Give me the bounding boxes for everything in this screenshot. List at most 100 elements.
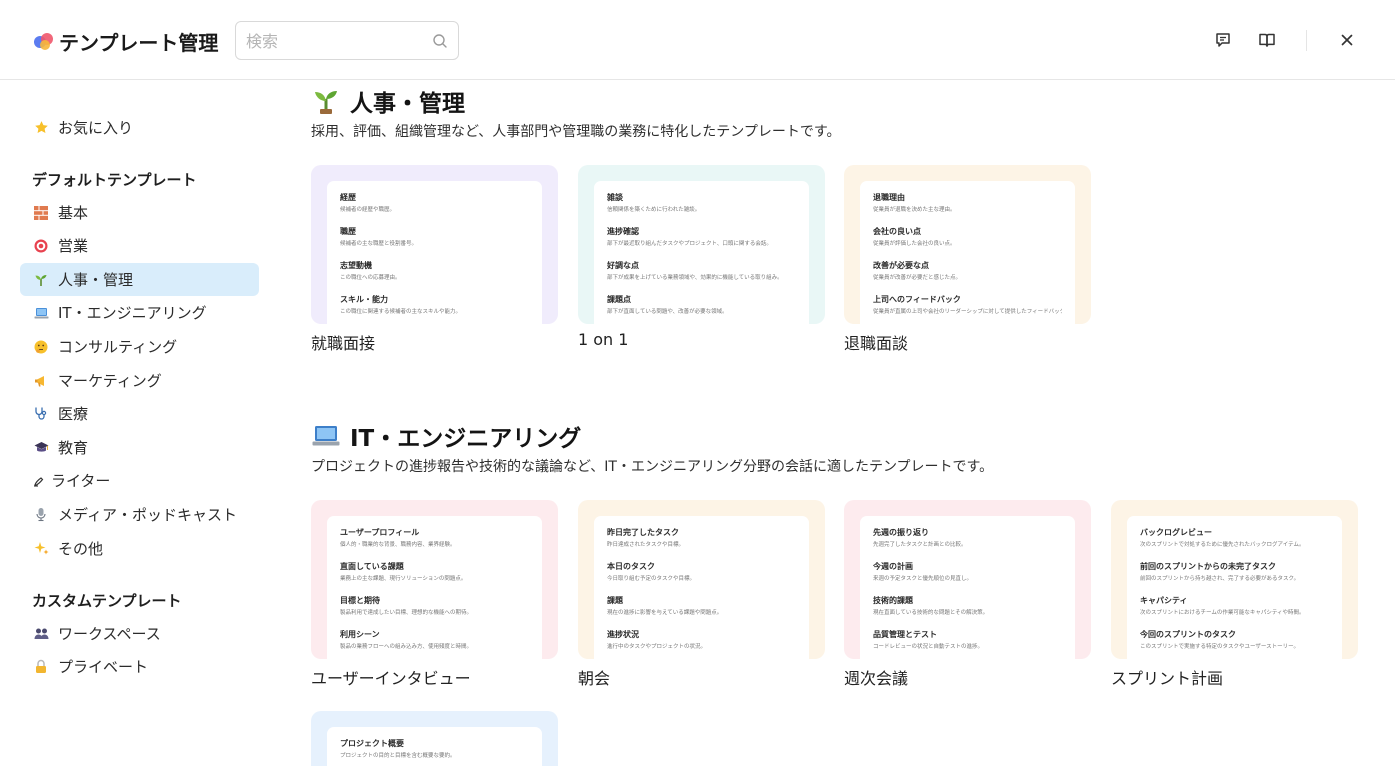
preview-text: 部下が最近取り組んだタスクやプロジェクト、口頭に関する会話。 <box>607 241 772 247</box>
preview-text: 製品の業務フローへの組み込み方、使用頻度と時間。 <box>340 644 473 650</box>
sidebar-item-label: メディア・ポッドキャスト <box>58 506 237 524</box>
seedling-icon <box>33 272 49 288</box>
preview-heading: 利用シーン <box>340 630 380 639</box>
lock-icon <box>33 659 49 675</box>
people-icon <box>33 626 49 642</box>
preview-text: 現在の進捗に影響を与えている課題や問題点。 <box>607 610 723 616</box>
sidebar-item-writer[interactable]: ライター <box>20 464 259 497</box>
custom-templates-heading: カスタムテンプレート <box>32 592 182 610</box>
card-preview: 経歴 候補者の経歴や職歴。 職歴 候補者の主な職歴と役割番号。 志望動機 この職位への応募… <box>327 181 542 324</box>
preview-heading: 改善が必要な点 <box>873 261 929 270</box>
card-preview: バックログレビュー次のスプリントで対処するために優先されたバックログアイテム。前… <box>1127 516 1342 659</box>
card-preview: 退職理由 従業員が退職を決めた主な理由。 会社の良い点 従業員が評価した会社の良い点。… <box>860 181 1075 324</box>
preview-text: 次のスプリントにおけるチームの作業可能なキャパシティや時間。 <box>1140 610 1305 616</box>
section-title-label: IT・エンジニアリング <box>350 426 582 452</box>
sidebar-item-label: お気に入り <box>58 119 134 137</box>
graduation-cap-icon <box>33 440 49 456</box>
preview-text: このスプリントで実施する特定のタスクやユーザーストーリー。 <box>1140 644 1300 650</box>
template-card-label[interactable]: 朝会 <box>578 665 610 689</box>
template-card-user-interview[interactable]: ユーザープロフィール 個人的・職業的な背景、職務内容、業界経験。 直面している課題業… <box>311 500 558 659</box>
close-button[interactable] <box>1337 30 1357 50</box>
section-title-it-engineering: IT・エンジニアリング <box>311 419 581 453</box>
laptop-icon <box>311 422 341 450</box>
preview-heading: 好調な点 <box>607 261 639 270</box>
header-divider <box>1306 30 1307 51</box>
template-card-sprint-planning[interactable]: バックログレビュー次のスプリントで対処するために優先されたバックログアイテム。前… <box>1111 500 1358 659</box>
template-card-label[interactable]: 就職面接 <box>311 330 375 354</box>
preview-text: 前回のスプリントから持ち越され、完了する必要があるタスク。 <box>1140 576 1300 582</box>
close-icon <box>1341 34 1353 46</box>
preview-text: この職位に関連する候補者の主なスキルや能力。 <box>340 309 462 315</box>
sidebar-item-consulting[interactable]: コンサルティング <box>20 330 259 363</box>
sidebar-item-label: 営業 <box>58 237 89 255</box>
preview-text: 次のスプリントで対処するために優先されたバックログアイテム。 <box>1140 542 1305 548</box>
sidebar-item-sales[interactable]: 営業 <box>20 229 259 262</box>
sidebar-item-education[interactable]: 教育 <box>20 431 259 464</box>
section-description: 採用、評価、組織管理など、人事部門や管理職の業務に特化したテンプレートです。 <box>311 124 841 140</box>
preview-text: 製品利用で達成したい目標、理想的な機能への期待。 <box>340 610 473 616</box>
preview-heading: 技術的課題 <box>873 596 913 605</box>
preview-heading: 会社の良い点 <box>873 227 921 236</box>
docs-button[interactable] <box>1257 30 1277 50</box>
preview-heading: バックログレビュー <box>1140 528 1212 537</box>
sidebar-item-basic[interactable]: 基本 <box>20 196 259 229</box>
preview-heading: 志望動機 <box>340 261 372 270</box>
sidebar-item-label: その他 <box>58 540 104 558</box>
search-input[interactable] <box>246 31 426 51</box>
sidebar-item-marketing[interactable]: マーケティング <box>20 364 259 397</box>
sidebar-item-label: プライベート <box>58 658 149 676</box>
section-title-hr: 人事・管理 <box>311 84 465 118</box>
preview-heading: ユーザープロフィール <box>340 528 420 537</box>
preview-text: 従業員が直属の上司や会社のリーダーシップに対して提供したフィードバック。 <box>873 309 1062 315</box>
preview-heading: 課題点 <box>607 295 631 304</box>
template-card-one-on-one[interactable]: 雑談 信頼関係を築くために行われた雑談。 進捗確認 部下が最近取り組んだタスクやプロジ… <box>578 165 825 324</box>
preview-heading: 本日のタスク <box>607 562 655 571</box>
sidebar-item-it-engineering[interactable]: IT・エンジニアリング <box>20 296 259 329</box>
sidebar-item-other[interactable]: その他 <box>20 532 259 565</box>
sidebar-item-medical[interactable]: 医療 <box>20 397 259 430</box>
preview-text: 個人的・職業的な背景、職務内容、業界経験。 <box>340 542 456 548</box>
sidebar-item-hr[interactable]: 人事・管理 <box>20 263 259 296</box>
feedback-button[interactable] <box>1213 30 1233 50</box>
card-preview: 昨日完了したタスク 昨日達成されたタスクや目標。 本日のタスク 今日取り組む予定のタス… <box>594 516 809 659</box>
template-card-job-interview[interactable]: 経歴 候補者の経歴や職歴。 職歴 候補者の主な職歴と役割番号。 志望動機 この職位への応募… <box>311 165 558 324</box>
writing-hand-icon <box>33 473 45 489</box>
section-description: プロジェクトの進捗報告や技術的な議論など、IT・エンジニアリング分野の会話に適し… <box>311 459 994 475</box>
preview-heading: 今回のスプリントのタスク <box>1140 630 1236 639</box>
template-card-label[interactable]: 1 on 1 <box>578 330 628 349</box>
preview-text: 現在直面している技術的な問題とその解決策。 <box>873 610 989 616</box>
preview-heading: 品質管理とテスト <box>873 630 937 639</box>
card-preview: プロジェクト概要 プロジェクトの目的と目標を含む概要な要約。 <box>327 727 542 766</box>
preview-heading: 今週の計画 <box>873 562 913 571</box>
card-preview: 雑談 信頼関係を築くために行われた雑談。 進捗確認 部下が最近取り組んだタスクやプロジ… <box>594 181 809 324</box>
template-card-label[interactable]: スプリント計画 <box>1111 665 1223 689</box>
template-card-label[interactable]: 退職面談 <box>844 330 908 354</box>
template-card-label[interactable]: 週次会議 <box>844 665 908 689</box>
preview-text: 業務上の主な課題、現行ソリューションの問題点。 <box>340 576 467 582</box>
preview-heading: 進捗確認 <box>607 227 639 236</box>
preview-heading: 前回のスプリントからの未完了タスク <box>1140 562 1276 571</box>
default-templates-heading: デフォルトテンプレート <box>32 171 197 189</box>
search-icon[interactable] <box>432 33 448 49</box>
preview-heading: 進捗状況 <box>607 630 639 639</box>
sidebar-item-favorites[interactable]: お気に入り <box>20 111 259 144</box>
star-icon <box>33 120 49 136</box>
template-card-label[interactable]: ユーザーインタビュー <box>311 665 471 689</box>
stethoscope-icon <box>33 406 49 422</box>
preview-heading: 経歴 <box>340 193 356 202</box>
search-box[interactable] <box>235 21 459 60</box>
preview-text: 今日取り組む予定のタスクや目標。 <box>607 576 696 582</box>
template-card-project-overview[interactable]: プロジェクト概要 プロジェクトの目的と目標を含む概要な要約。 <box>311 711 558 766</box>
feedback-icon <box>1216 33 1230 47</box>
sidebar-item-workspace[interactable]: ワークスペース <box>20 617 259 650</box>
header-bar: テンプレート管理 <box>0 0 1395 80</box>
template-card-morning-standup[interactable]: 昨日完了したタスク 昨日達成されたタスクや目標。 本日のタスク 今日取り組む予定のタス… <box>578 500 825 659</box>
preview-text: 候補者の経歴や職歴。 <box>340 207 396 213</box>
template-card-exit-interview[interactable]: 退職理由 従業員が退職を決めた主な理由。 会社の良い点 従業員が評価した会社の良い点。… <box>844 165 1091 324</box>
preview-text: 従業員が退職を決めた主な理由。 <box>873 207 956 213</box>
template-card-weekly-meeting[interactable]: 先週の振り返り 先週完了したタスクと計画との比較。 今週の計画 来週の予定タスクと優先… <box>844 500 1091 659</box>
sidebar-item-private[interactable]: プライベート <box>20 650 259 683</box>
preview-text: 昨日達成されたタスクや目標。 <box>607 542 685 548</box>
sidebar-item-label: 人事・管理 <box>58 271 134 289</box>
sidebar-item-media-podcast[interactable]: メディア・ポッドキャスト <box>20 498 259 531</box>
